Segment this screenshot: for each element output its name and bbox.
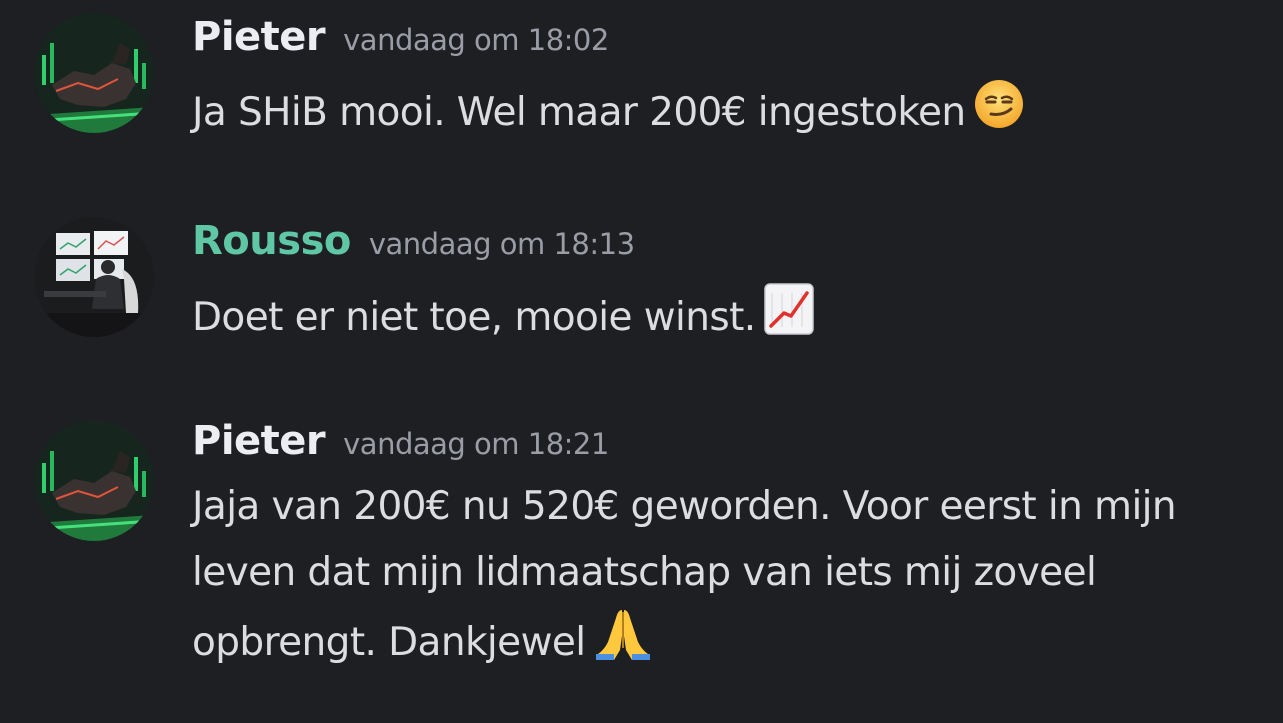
message-body: Jaja van 200€ nu 520€ geworden. Voor eer… [192,484,1177,665]
author-name[interactable]: Pieter [192,418,326,464]
avatar[interactable] [34,13,154,133]
bull-avatar-image [34,421,154,541]
message-timestamp: vandaag om 18:02 [343,23,609,57]
folded-hands-icon [594,606,652,683]
message-header: Pieter vandaag om 18:21 [192,418,609,464]
message-header: Rousso vandaag om 18:13 [192,218,635,264]
message-timestamp: vandaag om 18:21 [343,427,609,461]
message-text: Jaja van 200€ nu 520€ geworden. Voor eer… [192,474,1262,683]
message-body: Doet er niet toe, mooie winst. [192,295,756,340]
chat-message-list: Pieter vandaag om 18:02 Ja SHiB mooi. Wel… [0,0,1283,723]
smirk-face-icon [973,78,1025,151]
author-name[interactable]: Rousso [192,218,351,264]
message-timestamp: vandaag om 18:13 [368,227,635,261]
trader-avatar-image [34,217,154,337]
avatar[interactable] [34,421,154,541]
chart-increasing-icon [763,283,814,356]
avatar[interactable] [34,217,154,337]
message-text: Ja SHiB mooi. Wel maar 200€ ingestoken [192,78,1262,151]
bull-avatar-image [34,13,154,133]
message-text: Doet er niet toe, mooie winst. [192,283,1262,356]
message-body: Ja SHiB mooi. Wel maar 200€ ingestoken [192,90,966,135]
author-name[interactable]: Pieter [192,14,326,60]
message-header: Pieter vandaag om 18:02 [192,14,609,60]
